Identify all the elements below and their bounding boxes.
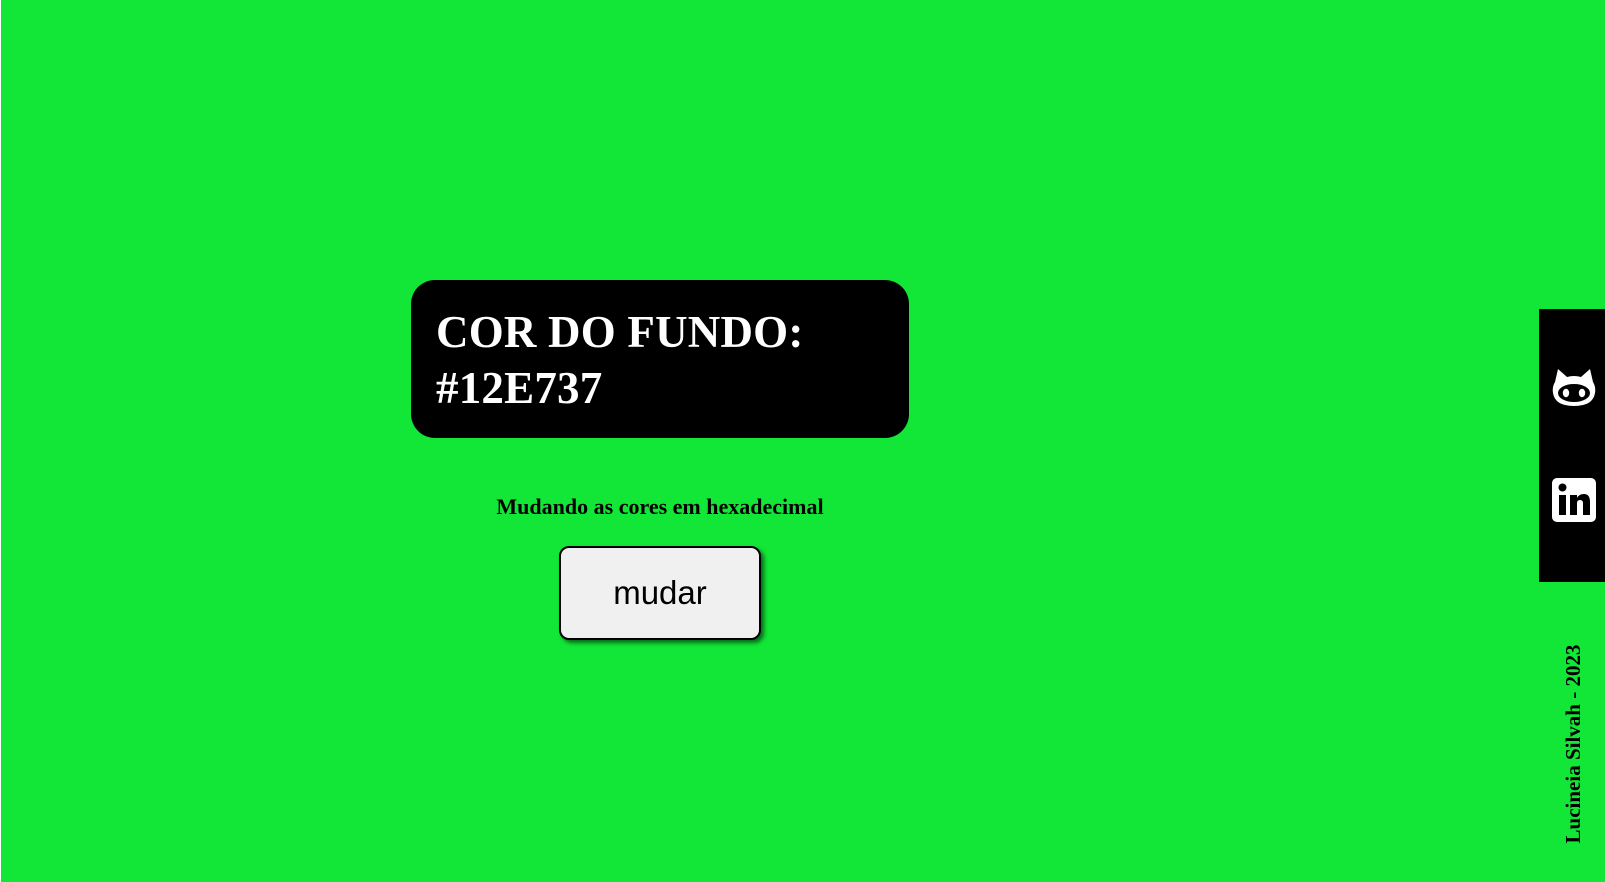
linkedin-link[interactable] [1551,477,1597,523]
page-subtitle: Mudando as cores em hexadecimal [496,494,824,519]
linkedin-icon [1552,478,1596,522]
background-color-card: COR DO FUNDO: #12E737 [411,280,909,438]
color-card-label: COR DO FUNDO: [436,307,804,357]
github-link[interactable] [1551,365,1597,411]
change-color-button[interactable]: mudar [559,546,761,640]
left-edge-divider [0,0,1,882]
social-links-bar [1539,309,1605,582]
footer-credit-text: Lucineia Silvah - 2023 [1561,644,1585,844]
color-hex-value: #12E737 [436,363,603,413]
github-icon [1552,369,1596,406]
